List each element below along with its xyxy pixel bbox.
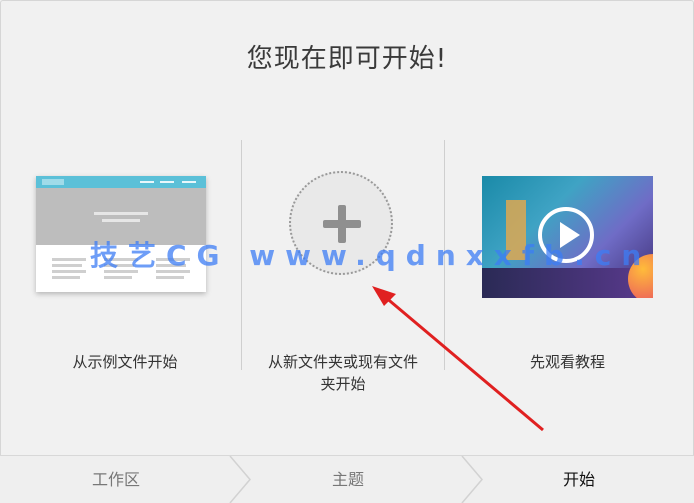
step-label: 开始 [562,470,595,489]
setup-steps-bar: 工作区 主题 开始 [0,455,694,503]
step-workspace[interactable]: 工作区 [0,456,232,503]
step-label: 主题 [331,470,364,489]
step-theme[interactable]: 主题 [232,456,464,503]
step-start[interactable]: 开始 [464,456,694,503]
arrow-shaft [383,294,544,432]
annotation-arrow [372,286,544,432]
step-label: 工作区 [91,470,140,489]
